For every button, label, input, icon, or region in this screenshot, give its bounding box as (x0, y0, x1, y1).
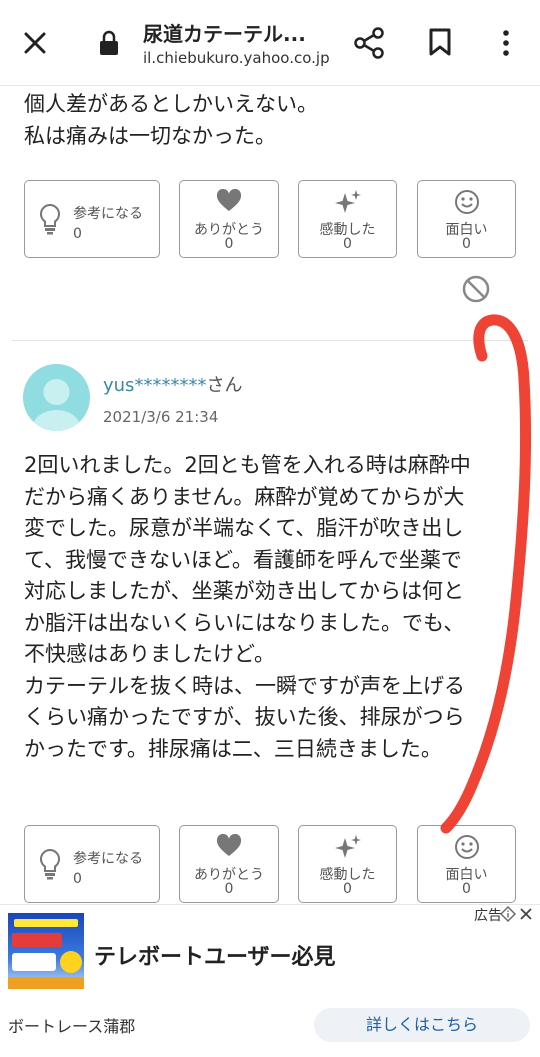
answer-body: 2回いれました。2回とも管を入れる時は麻酔中 だから痛くありません。麻酔が覚めて… (24, 450, 471, 765)
page-title: 尿道カテーテル... (143, 22, 306, 46)
share-icon[interactable] (352, 26, 386, 60)
smile-icon (454, 190, 479, 214)
answer-line: かったです。排尿痛は二、三日続きました。 (24, 736, 442, 761)
answer-line: 2回いれました。2回とも管を入れる時は麻酔中 (24, 453, 471, 477)
answer-line: だから痛くありません。麻酔が覚めてからが大 (24, 484, 465, 509)
lightbulb-icon (39, 848, 61, 880)
answer-line: か脂汗は出ないくらいにはなりました。でも、 (24, 610, 465, 635)
avatar[interactable] (23, 364, 90, 431)
answer-divider (12, 340, 528, 341)
honorific: さん (206, 375, 243, 396)
close-icon[interactable] (20, 28, 50, 58)
funny-count: 0 (462, 881, 471, 897)
helpful-label: 参考になる (73, 851, 143, 867)
helpful-count: 0 (73, 871, 82, 887)
moved-button[interactable]: 感動した 0 (298, 825, 397, 903)
ad-cta-button[interactable]: 詳しくはこちら (314, 1008, 530, 1042)
heart-icon (216, 189, 242, 211)
answer-body: 個人差があるとしかいえない。 私は痛みは一切なかった。 (24, 89, 318, 152)
answer-line: 私は痛みは一切なかった。 (24, 123, 276, 148)
thanks-count: 0 (224, 881, 234, 897)
moved-count: 0 (343, 881, 352, 897)
ad-close-icon[interactable] (518, 906, 534, 922)
reaction-bar: 参考になる 0 ありがとう 0 感動した 0 面白い 0 (24, 825, 518, 903)
page-url[interactable]: il.chiebukuro.yahoo.co.jp (143, 49, 330, 67)
browser-toolbar: 尿道カテーテル... il.chiebukuro.yahoo.co.jp (0, 0, 540, 86)
report-icon[interactable] (461, 274, 491, 304)
answer-date: 2021/3/6 21:34 (103, 408, 219, 426)
moved-count: 0 (343, 236, 352, 252)
smile-icon (454, 835, 479, 859)
username-link[interactable]: yus******** (103, 375, 206, 396)
more-vertical-icon[interactable] (496, 28, 516, 58)
helpful-label: 参考になる (73, 206, 143, 222)
answer-line: 対応しましたが、坐薬が効き出してからは何と (24, 579, 464, 603)
lock-icon (100, 30, 118, 55)
sparkle-icon (334, 190, 361, 213)
answer-line: 不快感はありましたけど。 (24, 642, 275, 666)
funny-button[interactable]: 面白い 0 (417, 180, 516, 258)
user-silhouette-icon (32, 379, 81, 431)
funny-count: 0 (462, 236, 471, 252)
ad-thumbnail[interactable] (8, 913, 84, 989)
bookmark-icon[interactable] (428, 27, 452, 57)
helpful-button[interactable]: 参考になる 0 (24, 825, 160, 903)
heart-icon (216, 834, 242, 856)
thanks-count: 0 (224, 236, 234, 252)
answer-line: カテーテルを抜く時は、一瞬ですが声を上げる (24, 673, 465, 698)
ad-advertiser: ボートレース蒲郡 (8, 1017, 136, 1036)
ad-headline[interactable]: テレボートユーザー必見 (94, 939, 336, 971)
sparkle-icon (334, 835, 361, 858)
answer-line: 個人差があるとしかいえない。 (24, 92, 318, 116)
helpful-button[interactable]: 参考になる 0 (24, 180, 160, 258)
ad-info-icon[interactable] (500, 906, 516, 922)
ad-banner[interactable]: 広告 テレボートユーザー必見 ボートレース蒲郡 詳しくはこちら (0, 904, 540, 1057)
answer-line: くらい痛かったですが、抜いた後、排尿がつら (24, 705, 465, 729)
moved-button[interactable]: 感動した 0 (298, 180, 397, 258)
ad-label: 広告 (474, 908, 502, 924)
thanks-button[interactable]: ありがとう 0 (179, 180, 279, 258)
answer-author: yus********さん (103, 371, 242, 397)
lightbulb-icon (39, 203, 61, 235)
funny-button[interactable]: 面白い 0 (417, 825, 516, 903)
thanks-button[interactable]: ありがとう 0 (179, 825, 279, 903)
helpful-count: 0 (73, 226, 82, 242)
answer-line: て、我慢できないほど。看護師を呼んで坐薬で (24, 547, 462, 572)
reaction-bar: 参考になる 0 ありがとう 0 感動した 0 面白い 0 (24, 180, 518, 258)
answer-line: 変でした。尿意が半端なくて、脂汗が吹き出し (24, 516, 464, 540)
